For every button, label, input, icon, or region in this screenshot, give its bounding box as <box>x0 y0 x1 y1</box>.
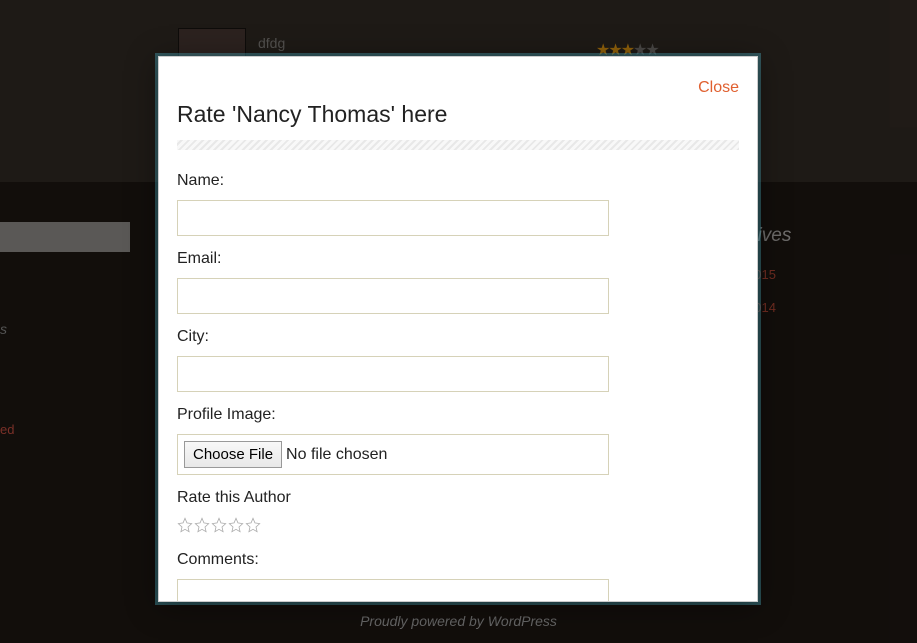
comments-textarea[interactable] <box>177 579 609 601</box>
file-input-wrap[interactable]: Choose File No file chosen <box>177 434 609 475</box>
bg-left-link: ed <box>0 422 14 437</box>
footer-credit: Proudly powered by WordPress <box>0 613 917 629</box>
bg-archive-link: 2015 <box>747 267 917 282</box>
star-icon[interactable] <box>228 517 244 533</box>
email-input[interactable] <box>177 278 609 314</box>
form-row-email: Email: <box>177 250 739 314</box>
form-row-name: Name: <box>177 172 739 236</box>
form-row-city: City: <box>177 328 739 392</box>
bg-archive-link: 2014 <box>747 300 917 315</box>
bg-sidebar: hives 2015 2014 <box>747 225 917 333</box>
file-status-text: No file chosen <box>286 446 387 464</box>
label-email: Email: <box>177 250 739 268</box>
label-name: Name: <box>177 172 739 190</box>
label-profile-image: Profile Image: <box>177 406 739 424</box>
bg-review-item: dfdg <box>178 28 285 58</box>
name-input[interactable] <box>177 200 609 236</box>
rating-modal: Close Rate 'Nancy Thomas' here Name: Ema… <box>158 56 758 602</box>
divider <box>177 140 739 150</box>
star-rating-input[interactable] <box>177 517 739 533</box>
star-icon[interactable] <box>245 517 261 533</box>
choose-file-button[interactable]: Choose File <box>184 441 282 468</box>
bg-review-name: dfdg <box>258 35 285 51</box>
modal-scroll-area[interactable]: Close Rate 'Nancy Thomas' here Name: Ema… <box>159 57 757 601</box>
bg-left-heading: s <box>0 321 7 337</box>
star-icon[interactable] <box>177 517 193 533</box>
bg-sidebar-title: hives <box>747 225 917 247</box>
form-row-profile-image: Profile Image: Choose File No file chose… <box>177 406 739 475</box>
label-city: City: <box>177 328 739 346</box>
bg-search-input <box>0 222 130 252</box>
city-input[interactable] <box>177 356 609 392</box>
modal-title: Rate 'Nancy Thomas' here <box>177 101 739 128</box>
label-rate-author: Rate this Author <box>177 489 739 507</box>
form-row-comments: Comments: <box>177 551 739 601</box>
label-comments: Comments: <box>177 551 739 569</box>
star-icon[interactable] <box>211 517 227 533</box>
close-button[interactable]: Close <box>698 79 739 97</box>
star-icon[interactable] <box>194 517 210 533</box>
avatar <box>178 28 246 58</box>
